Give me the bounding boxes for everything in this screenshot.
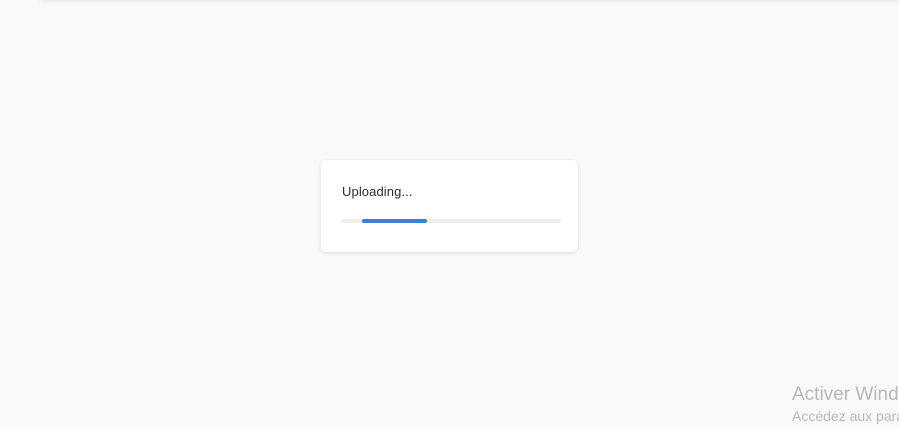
page: Uploading... Activer Windows Accédez aux… (0, 0, 899, 429)
upload-progress-fill (361, 219, 428, 223)
watermark-subtitle: Accédez aux paramètres pour activer Wind… (792, 408, 899, 424)
upload-progress-bar (342, 219, 561, 223)
windows-activation-watermark: Activer Windows Accédez aux paramètres p… (792, 383, 899, 425)
upload-dialog: Uploading... (321, 160, 578, 252)
upload-status-text: Uploading... (342, 184, 413, 199)
watermark-title: Activer Windows (792, 384, 899, 405)
